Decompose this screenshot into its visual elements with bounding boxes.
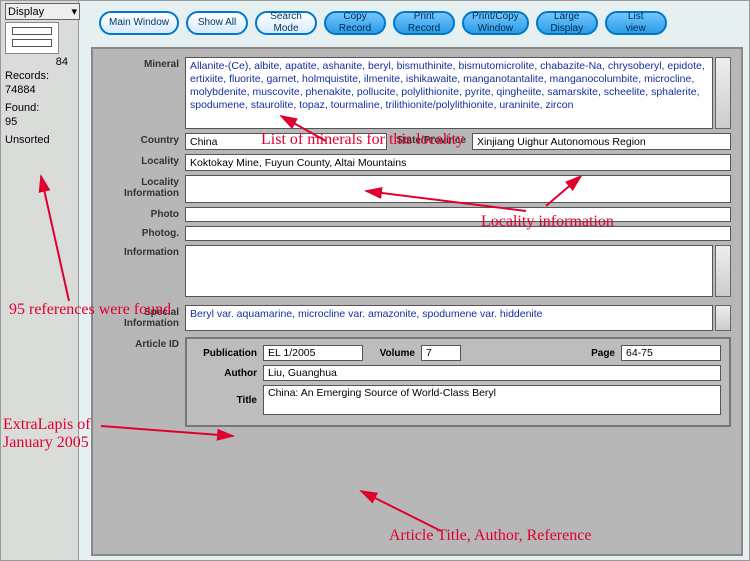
- country-field[interactable]: China: [185, 133, 387, 150]
- large-display-button[interactable]: Large Display: [536, 11, 598, 35]
- photographer-label: Photog.: [101, 226, 185, 239]
- status-sidebar: Display ▾ 84 Records: 74884 Found: 95 Un…: [1, 1, 79, 560]
- country-label: Country: [101, 133, 185, 146]
- locality-label: Locality: [101, 154, 185, 167]
- photo-field[interactable]: [185, 207, 731, 222]
- title-field[interactable]: China: An Emerging Source of World-Class…: [263, 385, 721, 415]
- state-field[interactable]: Xinjiang Uighur Autonomous Region: [472, 133, 731, 150]
- copy-record-button[interactable]: Copy Record: [324, 11, 386, 35]
- information-field[interactable]: [185, 245, 713, 297]
- article-frame: Publication EL 1/2005 Volume 7 Page 64-7…: [185, 337, 731, 427]
- search-mode-button[interactable]: Search Mode: [255, 11, 317, 35]
- volume-field[interactable]: 7: [421, 345, 461, 361]
- special-info-field[interactable]: Beryl var. aquamarine, microcline var. a…: [185, 305, 713, 331]
- mineral-list-field[interactable]: Allanite-(Ce), albite, apatite, ashanite…: [185, 57, 713, 129]
- publication-label: Publication: [195, 348, 257, 359]
- article-id-label: Article ID: [101, 337, 185, 350]
- state-label: State/Province: [387, 133, 472, 150]
- record-panel: Mineral Allanite-(Ce), albite, apatite, …: [91, 47, 743, 556]
- locality-field[interactable]: Koktokay Mine, Fuyun County, Altai Mount…: [185, 154, 731, 171]
- locality-info-label: Locality Information: [101, 175, 185, 199]
- photo-label: Photo: [101, 207, 185, 220]
- sort-status: Unsorted: [5, 134, 74, 146]
- page-field[interactable]: 64-75: [621, 345, 721, 361]
- found-value: 95: [5, 116, 74, 128]
- special-info-label: Special Information: [101, 305, 185, 329]
- main-window-button[interactable]: Main Window: [99, 11, 179, 35]
- page-label: Page: [579, 348, 615, 359]
- app-window: Display ▾ 84 Records: 74884 Found: 95 Un…: [0, 0, 750, 561]
- information-label: Information: [101, 245, 185, 258]
- display-mode-selector[interactable]: Display ▾: [5, 3, 80, 20]
- records-label: Records:: [5, 70, 74, 82]
- display-mode-icon[interactable]: [5, 22, 59, 54]
- author-field[interactable]: Liu, Guanghua: [263, 365, 721, 381]
- show-all-button[interactable]: Show All: [186, 11, 248, 35]
- special-info-scrollbar[interactable]: [715, 305, 731, 331]
- photographer-field[interactable]: [185, 226, 731, 241]
- information-scrollbar[interactable]: [715, 245, 731, 297]
- locality-info-field[interactable]: [185, 175, 731, 203]
- toolbar: Main Window Show All Search Mode Copy Re…: [99, 11, 744, 35]
- mineral-scrollbar[interactable]: [715, 57, 731, 129]
- dropdown-arrow-icon: ▾: [71, 5, 77, 18]
- preview-count: 84: [5, 56, 74, 68]
- print-copy-window-button[interactable]: Print/Copy Window: [462, 11, 529, 35]
- display-mode-label: Display: [8, 6, 44, 18]
- print-record-button[interactable]: Print Record: [393, 11, 455, 35]
- publication-field[interactable]: EL 1/2005: [263, 345, 363, 361]
- records-value: 74884: [5, 84, 74, 96]
- found-label: Found:: [5, 102, 74, 114]
- volume-label: Volume: [369, 348, 415, 359]
- list-view-button[interactable]: List view: [605, 11, 667, 35]
- author-label: Author: [195, 368, 257, 379]
- mineral-label: Mineral: [101, 57, 185, 70]
- title-label: Title: [195, 395, 257, 406]
